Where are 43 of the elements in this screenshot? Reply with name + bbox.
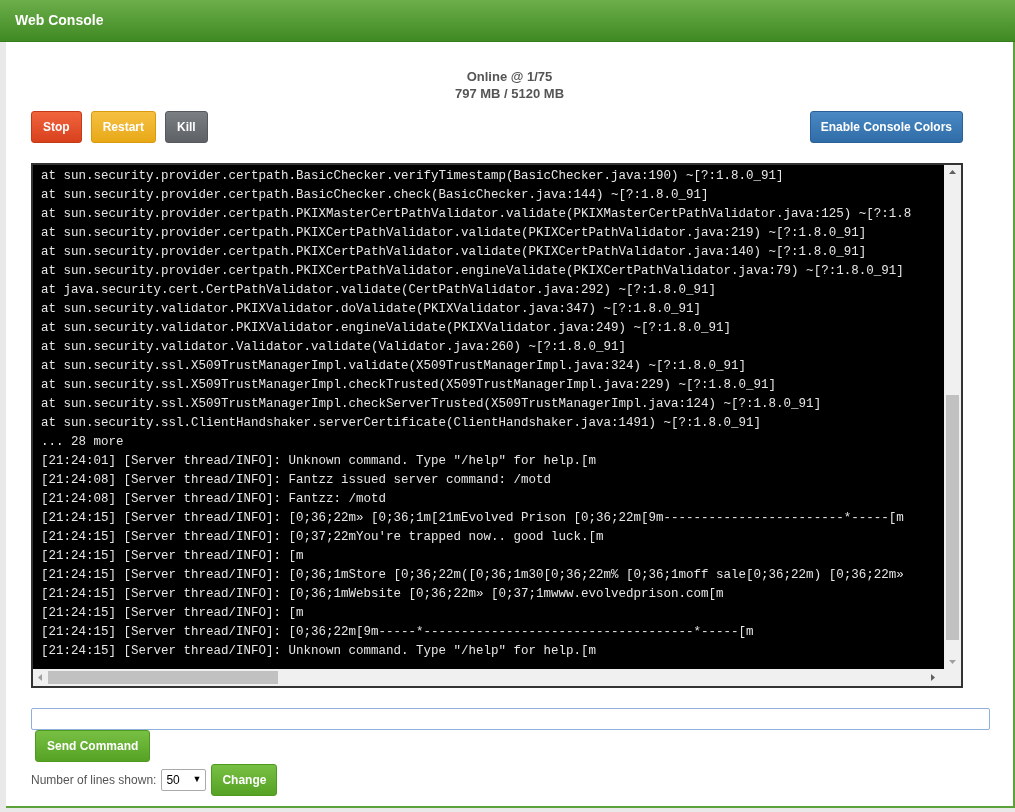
console-line: [21:24:01] [Server thread/INFO]: Unknown command. Type "/help" for help.[m [41, 453, 598, 470]
console-line: [21:24:08] [Server thread/INFO]: Fantzz issued server command: /motd [41, 472, 553, 489]
horizontal-scrollbar[interactable] [33, 669, 961, 686]
console-line: at sun.security.provider.certpath.PKIXCertPathValidator.validate(PKIXCertPathValidator.java:140) ~[?:1.8.0_91] [41, 244, 868, 261]
action-button[interactable]: Stop [31, 111, 82, 143]
console-line: [21:24:08] [Server thread/INFO]: Fantzz: /motd [41, 491, 388, 508]
scroll-right-icon[interactable] [931, 674, 935, 681]
send-command-button[interactable]: Send Command [35, 730, 151, 762]
console-line: [21:24:15] [Server thread/INFO]: [0;36;22m» [0;36;1m[21mEvolved Prison [0;36;22m[9m------------------------*-----[m [41, 510, 905, 527]
console-line: [21:24:15] [Server thread/INFO]: Unknown command. Type "/help" for help.[m [41, 643, 598, 660]
console-line: at sun.security.provider.certpath.BasicChecker.verifyTimestamp(BasicChecker.java:190) ~[?:1.8.0_91] [41, 168, 785, 185]
console-line: [21:24:15] [Server thread/INFO]: [m [41, 548, 305, 565]
console-line: ... 28 more [41, 434, 125, 451]
console-line: [21:24:15] [Server thread/INFO]: [0;36;1mWebsite [0;36;22m» [0;37;1mwww.evolvedprison.com[m [41, 586, 725, 603]
action-button[interactable]: Kill [165, 111, 208, 143]
scroll-up-icon[interactable] [949, 170, 956, 174]
console-line: at sun.security.provider.certpath.PKIXMasterCertPathValidator.validate(PKIXMasterCertPathValidator.java:125) ~[?:1.8 [41, 206, 913, 223]
console-line: at sun.security.ssl.ClientHandshaker.serverCertificate(ClientHandshaker.java:1491) ~[?:1.8.0_91] [41, 415, 763, 432]
console-line: at java.security.cert.CertPathValidator.validate(CertPathValidator.java:292) ~[?:1.8.0_91] [41, 282, 718, 299]
console-line: at sun.security.ssl.X509TrustManagerImpl.validate(X509TrustManagerImpl.java:324) ~[?:1.8.0_91] [41, 358, 748, 375]
change-button[interactable]: Change [211, 764, 278, 796]
console-line: [21:24:15] [Server thread/INFO]: [0;36;1mStore [0;36;22m([0;36;1m30[0;36;22m% [0;36;1moff sale[0;36;22m) [0;36;22m» [41, 567, 905, 584]
console-colors-button[interactable]: Enable Console Colors [809, 111, 963, 143]
console-line: at sun.security.provider.certpath.PKIXCertPathValidator.validate(PKIXCertPathValidator.java:219) ~[?:1.8.0_91] [41, 225, 868, 242]
command-input[interactable] [31, 708, 990, 730]
console-line: at sun.security.validator.PKIXValidator.engineValidate(PKIXValidator.java:249) ~[?:1.8.0_91] [41, 320, 733, 337]
online-status: Online @ 1/75 [466, 68, 553, 85]
console-line: at sun.security.validator.PKIXValidator.doValidate(PKIXValidator.java:347) ~[?:1.8.0_91] [41, 301, 703, 318]
console-line: at sun.security.validator.Validator.validate(Validator.java:260) ~[?:1.8.0_91] [41, 339, 628, 356]
vertical-scrollbar[interactable] [944, 165, 961, 669]
console-line: at sun.security.ssl.X509TrustManagerImpl.checkTrusted(X509TrustManagerImpl.java:229) ~[?:1.8.0_91] [41, 377, 778, 394]
lines-label: Number of lines shown: [31, 772, 157, 789]
window-title: Web Console [15, 11, 104, 30]
console-line: [21:24:15] [Server thread/INFO]: [0;36;22m[9m-----*------------------------------------*-----[m [41, 624, 755, 641]
scroll-left-icon[interactable] [38, 674, 42, 681]
memory-usage: 797 MB / 5120 MB [454, 85, 565, 102]
console-line: at sun.security.provider.certpath.PKIXCertPathValidator.engineValidate(PKIXCertPathValidator.java:79) ~[?:1.8.0_91] [41, 263, 905, 280]
console-line: at sun.security.ssl.X509TrustManagerImpl.checkServerTrusted(X509TrustManagerImpl.java:124) ~[?:1.8.0_91] [41, 396, 823, 413]
scroll-down-icon[interactable] [949, 660, 956, 664]
lines-select[interactable]: 50 ▼ [161, 769, 207, 791]
console-line: [21:24:15] [Server thread/INFO]: [m [41, 605, 305, 622]
console-line: [21:24:15] [Server thread/INFO]: [0;37;22mYou're trapped now.. good luck.[m [41, 529, 605, 546]
console-line: at sun.security.provider.certpath.BasicChecker.check(BasicChecker.java:144) ~[?:1.8.0_91] [41, 187, 710, 204]
